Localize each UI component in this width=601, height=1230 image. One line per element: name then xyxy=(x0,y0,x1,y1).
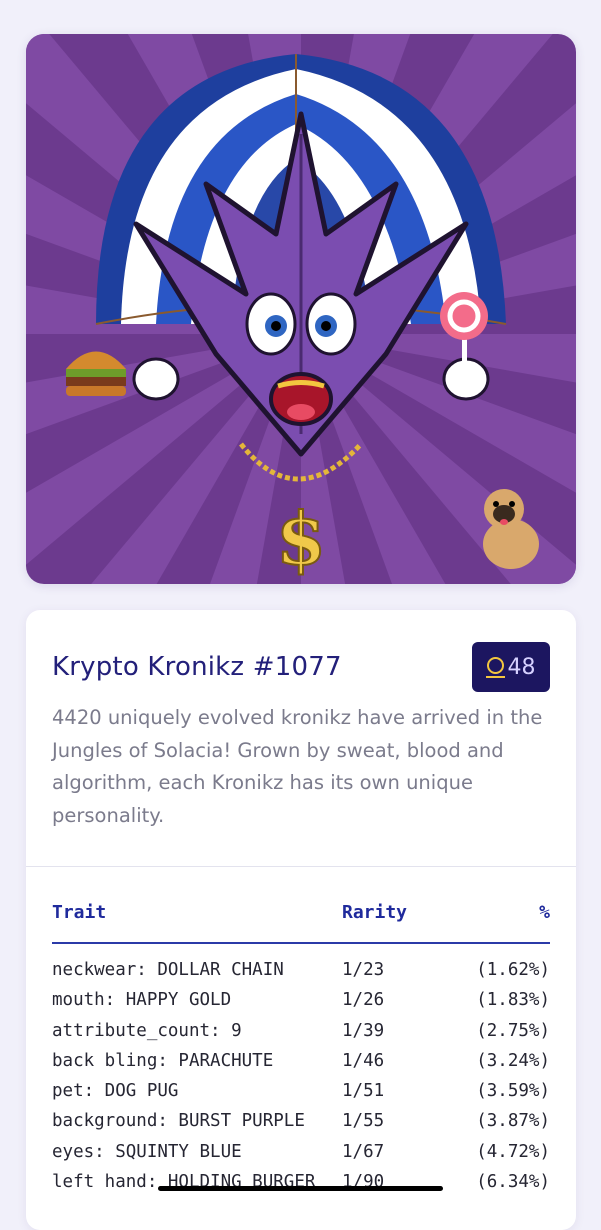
nft-artwork-image: $ xyxy=(26,34,576,584)
nft-title: Krypto Kronikz #1077 xyxy=(52,652,342,682)
nft-details-card: Krypto Kronikz #1077 48 4420 uniquely ev… xyxy=(26,610,576,1230)
svg-text:$: $ xyxy=(276,496,326,581)
trait-cell: mouth: HAPPY GOLD xyxy=(52,990,232,1011)
table-row: neckwear: DOLLAR CHAIN 1/23 (1.62%) xyxy=(52,960,550,990)
table-row: back bling: PARACHUTE 1/46 (3.24%) xyxy=(52,1051,550,1081)
percent-cell: (3.59%) xyxy=(476,1081,550,1102)
percent-cell: (1.62%) xyxy=(476,960,550,980)
percent-cell: (6.34%) xyxy=(476,1172,550,1193)
table-row: pet: DOG PUG 1/51 (3.59%) xyxy=(52,1081,550,1111)
header-trait: Trait xyxy=(52,902,107,923)
table-row: background: BURST PURPLE 1/55 (3.87%) xyxy=(52,1111,550,1141)
coin-icon xyxy=(485,656,505,678)
trait-cell: back bling: PARACHUTE xyxy=(52,1050,274,1071)
divider xyxy=(26,866,576,867)
nft-description: 4420 uniquely evolved kronikz have arriv… xyxy=(52,706,543,827)
percent-cell: (2.75%) xyxy=(476,1020,550,1041)
percent-cell: (1.83%) xyxy=(476,990,550,1011)
rarity-cell: 1/55 xyxy=(342,1111,385,1132)
traits-table-body: neckwear: DOLLAR CHAIN 1/23 (1.62%) mout… xyxy=(52,960,550,1202)
header-underline xyxy=(52,942,550,944)
trait-cell: pet: DOG PUG xyxy=(52,1081,179,1102)
rarity-cell: 1/67 xyxy=(342,1141,385,1162)
trait-cell: eyes: SQUINTY BLUE xyxy=(52,1141,242,1162)
percent-cell: (4.72%) xyxy=(476,1141,550,1162)
rarity-cell: 1/39 xyxy=(342,1020,385,1041)
header-percent: % xyxy=(539,902,550,923)
rank-badge[interactable]: 48 xyxy=(472,642,550,692)
rarity-cell: 1/26 xyxy=(342,990,385,1011)
home-indicator[interactable] xyxy=(158,1186,443,1191)
trait-cell: background: BURST PURPLE xyxy=(52,1111,305,1132)
table-row: eyes: SQUINTY BLUE 1/67 (4.72%) xyxy=(52,1142,550,1172)
percent-cell: (3.87%) xyxy=(476,1111,550,1132)
trait-cell: neckwear: DOLLAR CHAIN xyxy=(52,960,284,980)
rarity-cell: 1/46 xyxy=(342,1050,385,1071)
percent-cell: (3.24%) xyxy=(476,1050,550,1071)
header-rarity: Rarity xyxy=(342,902,408,923)
table-row: mouth: HAPPY GOLD 1/26 (1.83%) xyxy=(52,990,550,1020)
table-row: attribute_count: 9 1/39 (2.75%) xyxy=(52,1021,550,1051)
trait-cell: attribute_count: 9 xyxy=(52,1020,242,1041)
rank-badge-value: 48 xyxy=(507,654,536,680)
nft-artwork[interactable]: $ xyxy=(26,34,576,584)
rarity-cell: 1/51 xyxy=(342,1081,385,1102)
rarity-cell: 1/23 xyxy=(342,960,385,980)
